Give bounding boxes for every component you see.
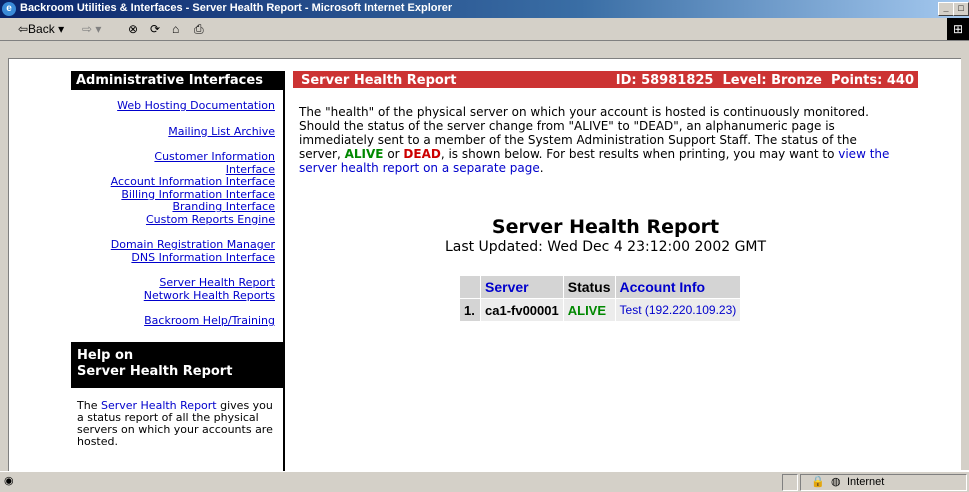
report-title: Server Health Report (491, 216, 720, 238)
address-gap (0, 41, 969, 58)
sidebar-nav: Web Hosting Documentation Mailing List A… (71, 90, 283, 328)
help-heading: Help on Server Health Report (71, 341, 283, 388)
sidebar-heading: Administrative Interfaces (71, 71, 283, 90)
table-header-row: Server Status Account Info (460, 276, 741, 298)
link-backroom-help-training[interactable]: Backroom Help/Training (71, 314, 275, 328)
table-row: 1. ca1-fv00001 ALIVE Test (192.220.109.2… (460, 299, 741, 321)
globe-icon: ◍ (831, 476, 841, 488)
statusbar: ◉ 🔒 ◍ Internet (0, 471, 969, 492)
lock-icon: 🔒 (811, 476, 825, 488)
print-icon[interactable]: ⎙ (194, 22, 204, 37)
alive-label: ALIVE (344, 147, 384, 161)
dead-label: DEAD (403, 147, 441, 161)
link-customer-information-interface[interactable]: Customer Information Interface (71, 150, 275, 176)
link-domain-registration-manager[interactable]: Domain Registration Manager (71, 238, 275, 252)
link-dns-information-interface[interactable]: DNS Information Interface (71, 251, 275, 265)
column-header-server[interactable]: Server (485, 279, 529, 295)
zone-label: Internet (847, 476, 885, 488)
report-header-bar: Server Health Report ID: 58981825 Level:… (293, 71, 918, 88)
account-meta: ID: 58981825 Level: Bronze Points: 440 (615, 73, 914, 88)
page-viewport: Administrative Interfaces Web Hosting Do… (8, 58, 969, 471)
link-branding-interface[interactable]: Branding Interface (71, 200, 275, 214)
stop-icon[interactable]: ⊗ (128, 22, 138, 36)
windows-logo-icon: ⊞ (947, 18, 969, 40)
server-status: ALIVE (563, 299, 615, 321)
report-header-title: Server Health Report (301, 73, 457, 88)
link-mailing-list-archive[interactable]: Mailing List Archive (71, 125, 275, 139)
server-name: ca1-fv00001 (481, 299, 563, 321)
ie-icon: e (2, 2, 16, 16)
link-custom-reports-engine[interactable]: Custom Reports Engine (71, 213, 275, 227)
link-account-information-interface[interactable]: Account Information Interface (71, 175, 275, 189)
column-divider (283, 71, 285, 471)
link-network-health-reports[interactable]: Network Health Reports (71, 289, 275, 303)
column-header-status: Status (563, 276, 615, 298)
forward-button[interactable]: ⇨ ▾ (82, 22, 101, 36)
column-header-account-info[interactable]: Account Info (620, 279, 706, 295)
scrollbar[interactable] (961, 58, 969, 470)
last-updated: Last Updated: Wed Dec 4 23:12:00 2002 GM… (444, 239, 767, 255)
home-icon[interactable]: ⌂ (172, 22, 179, 36)
refresh-icon[interactable]: ⟳ (150, 22, 160, 36)
help-text: The Server Health Report gives you a sta… (77, 398, 273, 448)
link-web-hosting-documentation[interactable]: Web Hosting Documentation (71, 99, 275, 113)
intro-paragraph: The "health" of the physical server on w… (299, 105, 890, 175)
minimize-button[interactable]: _ (938, 2, 954, 16)
window-titlebar: e Backroom Utilities & Interfaces - Serv… (0, 0, 969, 18)
link-server-health-report[interactable]: Server Health Report (71, 276, 275, 290)
row-number: 1. (460, 299, 480, 321)
account-info-link[interactable]: Test (192.220.109.23) (620, 303, 737, 317)
browser-toolbar: ⇦Back ▾ ⇨ ▾ ⊗ ⟳ ⌂ ⎙ ⊞ (0, 18, 969, 41)
maximize-button[interactable]: □ (953, 2, 969, 16)
server-table: Server Status Account Info 1. ca1-fv0000… (459, 275, 741, 322)
statusbar-segment (782, 474, 798, 491)
window-title: Backroom Utilities & Interfaces - Server… (20, 2, 453, 14)
sidebar: Administrative Interfaces Web Hosting Do… (71, 71, 283, 452)
zone-panel: 🔒 ◍ Internet (800, 474, 967, 491)
page-icon: ◉ (4, 475, 14, 487)
back-button[interactable]: ⇦Back ▾ (18, 22, 64, 36)
